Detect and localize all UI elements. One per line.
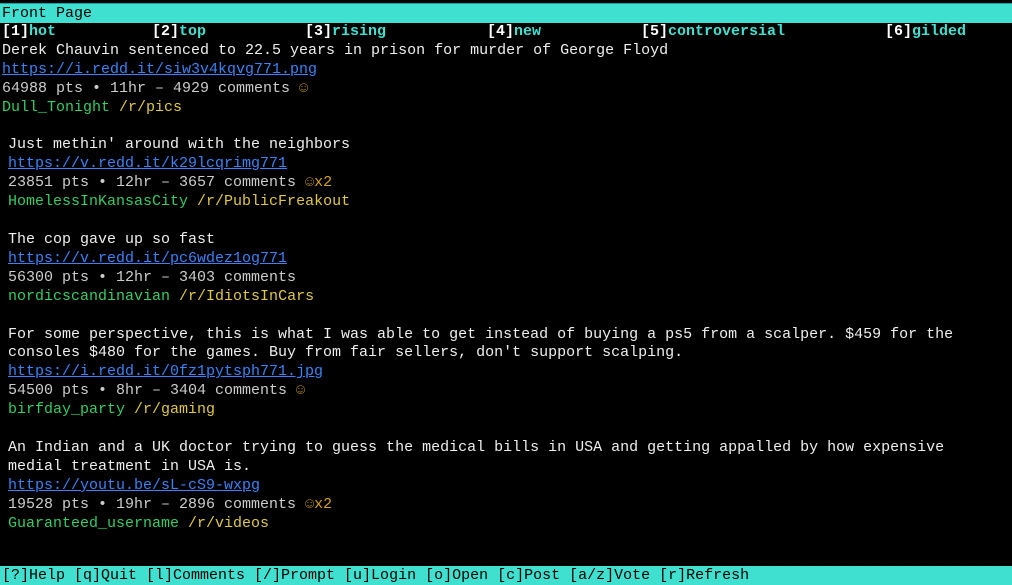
tab-hot[interactable]: [1]hot (2, 23, 152, 42)
award-icon: ☺ (299, 80, 308, 97)
award-icon: ☺x2 (305, 496, 332, 513)
tab-top[interactable]: [2]top (152, 23, 305, 42)
post-link[interactable]: https://v.redd.it/k29lcqrimg771 (8, 155, 287, 172)
post-subreddit[interactable]: /r/IdiotsInCars (179, 288, 314, 305)
post-title: For some perspective, this is what I was… (8, 326, 1004, 364)
post-item[interactable]: For some perspective, this is what I was… (8, 326, 1004, 420)
post-link[interactable]: https://youtu.be/sL-cS9-wxpg (8, 477, 260, 494)
post-title: Just methin' around with the neighbors (8, 136, 1004, 155)
post-item[interactable]: The cop gave up so fast https://v.redd.i… (8, 231, 1004, 307)
page-title: Front Page (2, 5, 92, 22)
post-subreddit[interactable]: /r/gaming (134, 401, 215, 418)
post-link[interactable]: https://v.redd.it/pc6wdez1og771 (8, 250, 287, 267)
post-subreddit[interactable]: /r/pics (119, 99, 182, 116)
post-author[interactable]: nordicscandinavian (8, 288, 170, 305)
post-subreddit[interactable]: /r/PublicFreakout (197, 193, 350, 210)
tab-rising[interactable]: [3]rising (305, 23, 487, 42)
post-author[interactable]: Guaranteed_username (8, 515, 179, 532)
post-link[interactable]: https://i.redd.it/siw3v4kqvg771.png (2, 61, 317, 78)
footer-help-bar: [?]Help [q]Quit [l]Comments [/]Prompt [u… (0, 566, 1012, 585)
post-meta: 56300 pts • 12hr – 3403 comments (8, 269, 1004, 288)
post-meta: 54500 pts • 8hr – 3404 comments ☺ (8, 382, 1004, 401)
tab-gilded[interactable]: [6]gilded (885, 23, 966, 42)
post-author[interactable]: birfday_party (8, 401, 125, 418)
post-title: An Indian and a UK doctor trying to gues… (8, 439, 1004, 477)
post-subreddit[interactable]: /r/videos (188, 515, 269, 532)
post-link[interactable]: https://i.redd.it/0fz1pytsph771.jpg (8, 363, 323, 380)
post-item[interactable]: An Indian and a UK doctor trying to gues… (8, 439, 1004, 533)
award-icon: ☺x2 (305, 174, 332, 191)
post-title: Derek Chauvin sentenced to 22.5 years in… (2, 42, 1004, 61)
tab-new[interactable]: [4]new (487, 23, 641, 42)
title-bar: Front Page (0, 4, 1012, 23)
post-item[interactable]: Derek Chauvin sentenced to 22.5 years in… (2, 42, 1004, 118)
post-item[interactable]: Just methin' around with the neighbors h… (8, 136, 1004, 212)
post-meta: 64988 pts • 11hr – 4929 comments ☺ (2, 80, 1004, 99)
post-meta: 23851 pts • 12hr – 3657 comments ☺x2 (8, 174, 1004, 193)
post-title: The cop gave up so fast (8, 231, 1004, 250)
post-list: Derek Chauvin sentenced to 22.5 years in… (0, 42, 1012, 534)
tab-controversial[interactable]: [5]controversial (641, 23, 885, 42)
post-meta: 19528 pts • 19hr – 2896 comments ☺x2 (8, 496, 1004, 515)
sort-tabs: [1]hot [2]top [3]rising [4]new [5]contro… (0, 23, 1012, 42)
award-icon: ☺ (296, 382, 305, 399)
post-author[interactable]: HomelessInKansasCity (8, 193, 188, 210)
post-author[interactable]: Dull_Tonight (2, 99, 110, 116)
